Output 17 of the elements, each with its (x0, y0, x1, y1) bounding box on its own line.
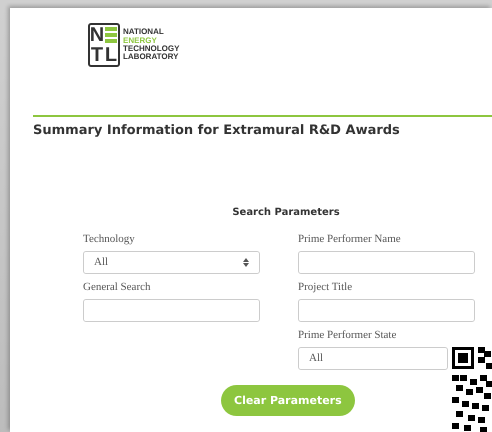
input-field[interactable] (298, 250, 475, 274)
logo-text: NATIONAL (123, 28, 165, 37)
logo-mark: N TL (88, 23, 120, 67)
logo-text: TECHNOLOGY (123, 45, 180, 53)
select-field[interactable]: All (83, 250, 260, 274)
logo-text: LABORATORY (123, 53, 180, 62)
field-label: Project Title (298, 282, 354, 293)
field-label: General Search (83, 282, 152, 293)
input-field[interactable] (298, 298, 475, 322)
field-label: Prime Performer State (298, 330, 398, 341)
field-label: Technology (83, 234, 136, 245)
input-field[interactable] (83, 298, 260, 322)
logo-text: ENERGY (123, 36, 158, 45)
section-heading: Search Parameters (231, 206, 341, 218)
field-label: Prime Performer Name (298, 234, 402, 245)
page-title: Summary Information for Extramural R&D Awards (33, 123, 401, 139)
select-field[interactable]: All (298, 346, 448, 370)
